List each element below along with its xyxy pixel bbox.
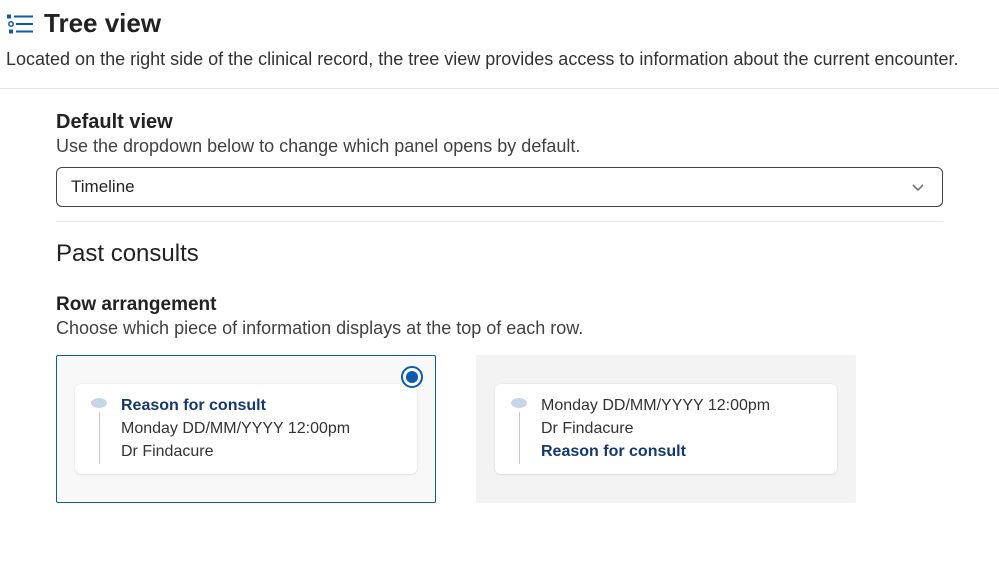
- page-header: Tree view: [0, 0, 999, 41]
- row-arrangement-option-date-first[interactable]: Monday DD/MM/YYYY 12:00pm Dr Findacure R…: [476, 355, 856, 503]
- page-description: Located on the right side of the clinica…: [0, 41, 999, 89]
- consult-card-preview: Monday DD/MM/YYYY 12:00pm Dr Findacure R…: [495, 384, 837, 474]
- card-line-1: Monday DD/MM/YYYY 12:00pm: [541, 394, 823, 417]
- radio-selected-icon: [401, 366, 423, 388]
- card-line-1: Reason for consult: [121, 394, 403, 417]
- timeline-dot-icon: [91, 398, 107, 408]
- tree-view-icon: [6, 12, 34, 36]
- timeline-line-icon: [99, 412, 100, 464]
- timeline-rail: [509, 394, 529, 464]
- default-view-hint: Use the dropdown below to change which p…: [56, 136, 943, 157]
- consult-card-lines: Monday DD/MM/YYYY 12:00pm Dr Findacure R…: [541, 394, 823, 464]
- row-arrangement-options: Reason for consult Monday DD/MM/YYYY 12:…: [56, 355, 943, 503]
- card-line-2: Dr Findacure: [541, 417, 823, 440]
- default-view-dropdown[interactable]: Timeline: [56, 167, 943, 207]
- card-line-3: Dr Findacure: [121, 440, 403, 463]
- row-arrangement-heading: Row arrangement: [56, 294, 943, 316]
- past-consults-heading: Past consults: [56, 240, 943, 268]
- timeline-rail: [89, 394, 109, 464]
- page-title: Tree view: [44, 8, 161, 39]
- row-arrangement-option-reason-first[interactable]: Reason for consult Monday DD/MM/YYYY 12:…: [56, 355, 436, 503]
- chevron-down-icon: [908, 177, 928, 197]
- row-arrangement-hint: Choose which piece of information displa…: [56, 318, 943, 339]
- default-view-heading: Default view: [56, 111, 943, 134]
- default-view-section: Default view Use the dropdown below to c…: [0, 89, 999, 222]
- consult-card-lines: Reason for consult Monday DD/MM/YYYY 12:…: [121, 394, 403, 464]
- timeline-dot-icon: [511, 398, 527, 408]
- past-consults-section: Past consults Row arrangement Choose whi…: [0, 222, 999, 503]
- card-line-2: Monday DD/MM/YYYY 12:00pm: [121, 417, 403, 440]
- default-view-selected: Timeline: [71, 177, 135, 197]
- card-line-3: Reason for consult: [541, 440, 823, 463]
- consult-card-preview: Reason for consult Monday DD/MM/YYYY 12:…: [75, 384, 417, 474]
- timeline-line-icon: [519, 412, 520, 464]
